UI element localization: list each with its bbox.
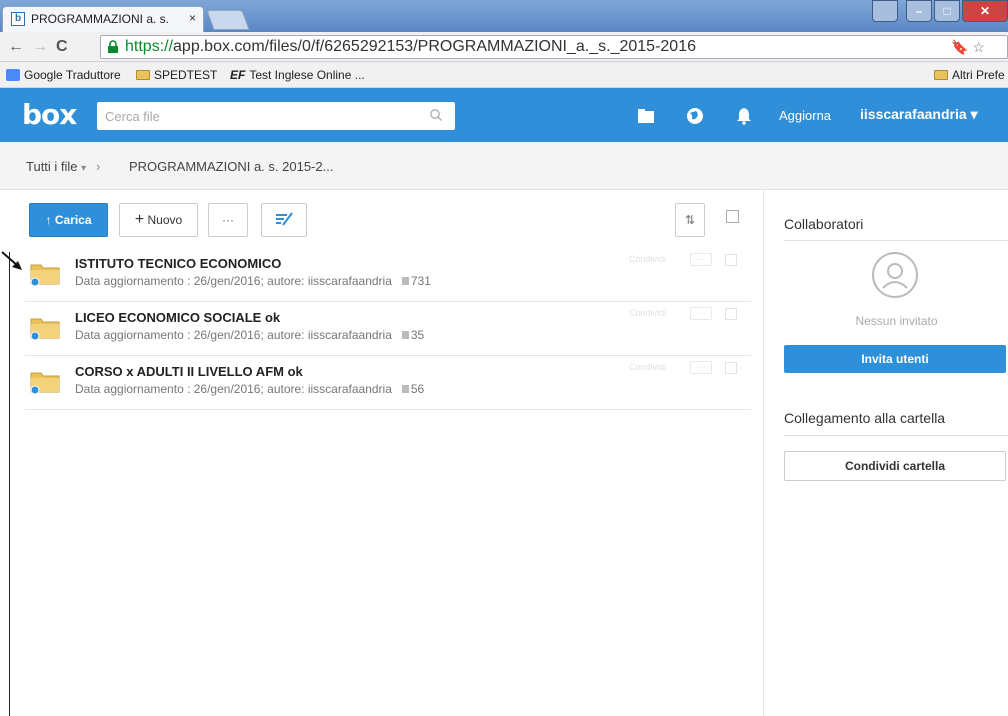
- file-name[interactable]: CORSO x ADULTI II LIVELLO AFM ok: [75, 364, 303, 379]
- chevron-down-icon: ▾: [81, 163, 87, 174]
- share-link[interactable]: Condividi: [629, 308, 666, 318]
- folder-icon: [934, 70, 948, 80]
- list-item[interactable]: ISTITUTO TECNICO ECONOMICO Data aggiorna…: [25, 248, 751, 302]
- lock-icon: [108, 40, 118, 53]
- box-header: box Aggiorna iisscarafaandria ▾: [0, 88, 1008, 142]
- share-link[interactable]: Condividi: [629, 254, 666, 264]
- new-button[interactable]: + Nuovo: [119, 203, 198, 237]
- chevron-down-icon: ▾: [970, 106, 978, 122]
- left-border-line: [9, 252, 10, 716]
- share-link[interactable]: Condividi: [629, 362, 666, 372]
- tab-title: PROGRAMMAZIONI a. s. 2: [31, 12, 171, 26]
- google-translate-icon: [6, 69, 20, 81]
- annotation-arrow-icon: [1, 251, 22, 270]
- close-icon: ✕: [979, 4, 991, 18]
- profile-icon[interactable]: [872, 0, 898, 22]
- search-box[interactable]: [97, 102, 455, 130]
- file-icon: [401, 277, 409, 285]
- row-checkbox[interactable]: [725, 254, 737, 266]
- search-icon[interactable]: [429, 108, 443, 122]
- row-checkbox[interactable]: [725, 308, 737, 320]
- notifications-bell-icon[interactable]: [733, 105, 755, 127]
- minimize-button[interactable]: –: [906, 0, 932, 22]
- details-sidebar: Collaboratori Nessun invitato Invita ute…: [763, 190, 1008, 716]
- plus-icon: +: [134, 211, 145, 228]
- address-bar[interactable]: https://app.box.com/files/0/f/6265292153…: [100, 35, 1008, 59]
- breadcrumb-current-folder[interactable]: PROGRAMMAZIONI a. s. 2015-2...: [129, 159, 333, 174]
- file-name[interactable]: LICEO ECONOMICO SOCIALE ok: [75, 310, 280, 325]
- share-folder-button[interactable]: Condividi cartella: [784, 451, 1006, 481]
- new-note-button[interactable]: [261, 203, 307, 237]
- box-logo[interactable]: box: [22, 98, 77, 131]
- note-icon: [276, 212, 293, 226]
- shared-folder-icon: [30, 372, 60, 394]
- file-meta: Data aggiornamento : 26/gen/2016; autore…: [75, 274, 431, 288]
- more-options-button[interactable]: ···: [208, 203, 248, 237]
- list-item[interactable]: CORSO x ADULTI II LIVELLO AFM ok Data ag…: [25, 356, 751, 410]
- tab-close-icon[interactable]: ×: [189, 11, 196, 25]
- reload-icon[interactable]: C: [56, 38, 68, 56]
- bookmark-spedtest[interactable]: SPEDTEST: [136, 68, 217, 82]
- shared-folder-icon: [30, 264, 60, 286]
- upload-arrow-icon: ↑: [45, 213, 52, 227]
- username: iisscarafaandria: [860, 106, 967, 122]
- browser-tab[interactable]: b PROGRAMMAZIONI a. s. 2 ×: [2, 6, 204, 32]
- user-icon: [882, 263, 908, 289]
- file-meta: Data aggiornamento : 26/gen/2016; autore…: [75, 328, 425, 342]
- bookmarks-bar: Google Traduttore SPEDTEST EF Test Ingles…: [0, 62, 1008, 88]
- new-tab-button[interactable]: [206, 10, 250, 30]
- upload-label: Carica: [54, 213, 92, 227]
- minimize-icon: –: [915, 4, 923, 18]
- box-favicon-icon: b: [11, 12, 25, 26]
- row-more-button[interactable]: ···: [690, 361, 712, 374]
- browser-window: b PROGRAMMAZIONI a. s. 2 × – □ ✕ ← → C h…: [0, 0, 1008, 716]
- list-item[interactable]: LICEO ECONOMICO SOCIALE ok Data aggiorna…: [25, 302, 751, 356]
- divider: [784, 240, 1008, 241]
- collaborators-title: Collaboratori: [784, 216, 864, 232]
- bookmark-google-traduttore[interactable]: Google Traduttore: [6, 68, 121, 82]
- file-count: 35: [401, 328, 424, 342]
- file-name[interactable]: ISTITUTO TECNICO ECONOMICO: [75, 256, 281, 271]
- title-bar: b PROGRAMMAZIONI a. s. 2 × – □ ✕: [0, 0, 1008, 32]
- row-checkbox[interactable]: [725, 362, 737, 374]
- user-menu[interactable]: iisscarafaandria ▾: [860, 106, 978, 123]
- breadcrumb-separator-icon: ›: [96, 159, 101, 174]
- upgrade-link[interactable]: Aggiorna: [779, 108, 831, 123]
- maximize-icon: □: [943, 4, 951, 18]
- search-input[interactable]: [105, 107, 415, 125]
- navigation-bar: ← → C https://app.box.com/files/0/f/6265…: [0, 32, 1008, 62]
- files-folder-icon[interactable]: [635, 105, 657, 127]
- sort-button[interactable]: ⇅: [675, 203, 705, 237]
- shared-folder-icon: [30, 318, 60, 340]
- avatar-placeholder-icon: [872, 252, 918, 298]
- translate-star-icons[interactable]: 🔖 ☆: [951, 39, 985, 56]
- folder-link-title: Collegamento alla cartella: [784, 410, 946, 426]
- file-count: 731: [401, 274, 431, 288]
- select-all-checkbox[interactable]: [726, 210, 739, 223]
- forward-arrow-icon[interactable]: →: [32, 38, 48, 56]
- divider: [784, 435, 1008, 436]
- ef-icon: EF: [230, 68, 246, 82]
- row-more-button[interactable]: ···: [690, 307, 712, 320]
- row-more-button[interactable]: ···: [690, 253, 712, 266]
- back-arrow-icon[interactable]: ←: [8, 38, 24, 56]
- globe-icon[interactable]: [684, 105, 706, 127]
- new-label: Nuovo: [147, 213, 183, 227]
- file-icon: [401, 385, 409, 393]
- invite-users-button[interactable]: Invita utenti: [784, 345, 1006, 373]
- bookmark-test-inglese[interactable]: EF Test Inglese Online ...: [230, 68, 365, 82]
- file-icon: [401, 331, 409, 339]
- folder-icon: [136, 70, 150, 80]
- url-text: https://app.box.com/files/0/f/6265292153…: [125, 38, 696, 55]
- breadcrumb: Tutti i file ▾ › PROGRAMMAZIONI a. s. 20…: [0, 142, 1008, 190]
- file-meta: Data aggiornamento : 26/gen/2016; autore…: [75, 382, 425, 396]
- close-window-button[interactable]: ✕: [962, 0, 1008, 22]
- no-collaborators-text: Nessun invitato: [855, 314, 938, 328]
- bookmark-altri-preferiti[interactable]: Altri Prefe: [934, 68, 1005, 82]
- file-count: 56: [401, 382, 424, 396]
- upload-button[interactable]: ↑ Carica: [29, 203, 108, 237]
- breadcrumb-all-files[interactable]: Tutti i file ▾: [26, 159, 86, 174]
- maximize-button[interactable]: □: [934, 0, 960, 22]
